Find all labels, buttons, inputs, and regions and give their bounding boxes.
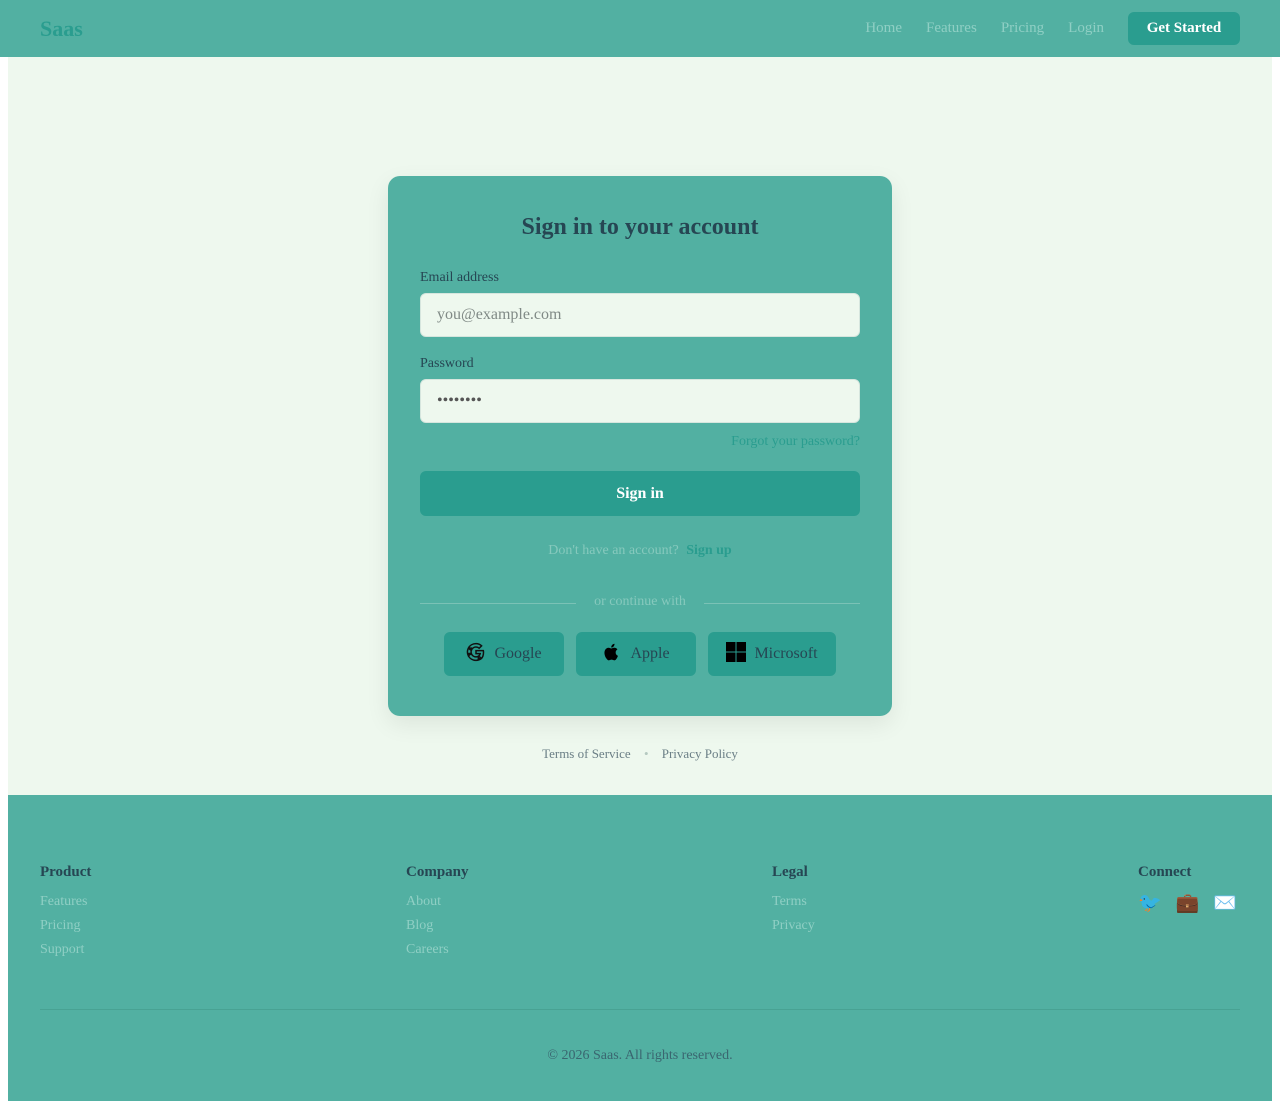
microsoft-icon (726, 641, 754, 667)
legal-separator: • (643, 746, 649, 761)
microsoft-login-button[interactable]: Microsoft (708, 632, 836, 676)
footer-heading-product: Product (40, 864, 92, 880)
site-footer: Product Features Pricing Support Company… (8, 795, 1272, 1101)
password-label: Password (420, 356, 474, 371)
footer-link-about[interactable]: About (406, 894, 469, 910)
sign-up-link[interactable]: Sign up (686, 543, 732, 558)
apple-label: Apple (630, 645, 670, 662)
google-login-button[interactable]: Google (444, 632, 564, 676)
apple-icon (602, 642, 630, 667)
nav-links: Home Features Pricing Login Get Started (865, 12, 1240, 45)
footer-link-blog[interactable]: Blog (406, 918, 469, 934)
footer-column-product: Product Features Pricing Support (40, 864, 91, 966)
footer-link-features[interactable]: Features (40, 894, 91, 910)
microsoft-label: Microsoft (754, 645, 818, 662)
google-icon (466, 642, 494, 667)
email-label: Email address (420, 270, 499, 285)
brand-logo[interactable]: Saas (40, 16, 83, 42)
footer-link-privacy[interactable]: Privacy (772, 918, 815, 934)
nav-link-features[interactable]: Features (926, 20, 977, 37)
copyright-text: © 2026 Saas. All rights reserved. (547, 1048, 733, 1063)
top-navbar: Saas Home Features Pricing Login Get Sta… (0, 0, 1280, 57)
password-field[interactable] (420, 379, 860, 423)
footer-divider (40, 1009, 1240, 1010)
nav-link-pricing[interactable]: Pricing (1001, 20, 1044, 37)
signup-row: Don't have an account? Sign up (388, 543, 892, 559)
terms-of-service-link[interactable]: Terms of Service (542, 746, 631, 761)
legal-links: Terms of Service • Privacy Policy (8, 746, 1272, 762)
briefcase-icon[interactable]: 💼 (1176, 894, 1200, 913)
footer-link-careers[interactable]: Careers (406, 942, 469, 958)
social-login-row: Google Apple Microsoft (444, 632, 836, 676)
forgot-password-link[interactable]: Forgot your password? (731, 434, 860, 450)
privacy-policy-link[interactable]: Privacy Policy (662, 746, 738, 761)
footer-heading-legal: Legal (772, 864, 808, 880)
sign-in-button[interactable]: Sign in (420, 471, 860, 516)
get-started-button[interactable]: Get Started (1128, 12, 1240, 45)
twitter-icon[interactable]: 🐦 (1138, 894, 1162, 913)
divider-text: or continue with (594, 594, 686, 609)
footer-heading-company: Company (406, 864, 469, 880)
login-card: Sign in to your account Email address Pa… (388, 176, 892, 716)
signup-prompt: Don't have an account? (548, 543, 679, 558)
login-title: Sign in to your account (521, 214, 759, 240)
footer-link-pricing[interactable]: Pricing (40, 918, 91, 934)
footer-column-company: Company About Blog Careers (406, 864, 469, 966)
nav-link-login[interactable]: Login (1068, 20, 1104, 37)
footer-link-support[interactable]: Support (40, 942, 91, 958)
footer-link-terms[interactable]: Terms (772, 894, 815, 910)
footer-heading-connect: Connect (1138, 864, 1192, 880)
apple-login-button[interactable]: Apple (576, 632, 696, 676)
google-label: Google (494, 645, 542, 662)
footer-column-connect: Connect 🐦 💼 ✉️ (1138, 864, 1251, 913)
main-content: Sign in to your account Email address Pa… (8, 57, 1272, 795)
email-field[interactable] (420, 293, 860, 337)
footer-column-legal: Legal Terms Privacy (772, 864, 815, 942)
footer-social-icons: 🐦 💼 ✉️ (1138, 894, 1251, 913)
nav-link-home[interactable]: Home (865, 20, 902, 37)
mail-icon[interactable]: ✉️ (1213, 894, 1237, 913)
divider: or continue with (420, 594, 860, 612)
